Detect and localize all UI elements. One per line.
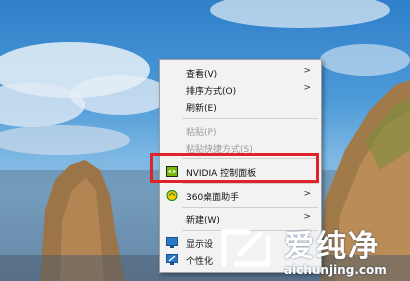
menu-item-sort-by[interactable]: 排序方式(O) > [160,81,321,98]
menu-item-view[interactable]: 查看(V) > [160,64,321,81]
menu-item-label: 粘贴(P) [186,128,217,138]
watermark: 爱纯净 aichunjing.com [214,220,410,281]
menu-item-label: 显示设 [186,240,214,250]
watermark-title: 爱纯净 [284,229,380,264]
menu-item-paste[interactable]: 粘贴(P) [160,122,321,139]
display-icon [166,237,178,248]
watermark-url: aichunjing.com [284,263,387,277]
menu-item-label: 360桌面助手 [186,193,240,203]
menu-item-360-desktop-assistant[interactable]: 360桌面助手 > [160,187,321,204]
menu-item-refresh[interactable]: 刷新(E) [160,98,321,115]
menu-separator [182,183,318,184]
aichunjing-logo-icon [221,229,271,267]
menu-separator [182,207,318,208]
personalize-icon [166,254,178,265]
chevron-right-icon: > [303,66,311,76]
highlight-box [150,153,319,183]
chevron-right-icon: > [303,189,311,199]
chevron-right-icon: > [303,83,311,93]
menu-separator [182,118,318,119]
360-icon [166,190,178,201]
menu-item-label: 个性化 [186,257,214,267]
menu-item-label: 排序方式(O) [186,87,237,97]
menu-item-label: 刷新(E) [186,104,217,114]
menu-item-label: 查看(V) [186,70,218,80]
